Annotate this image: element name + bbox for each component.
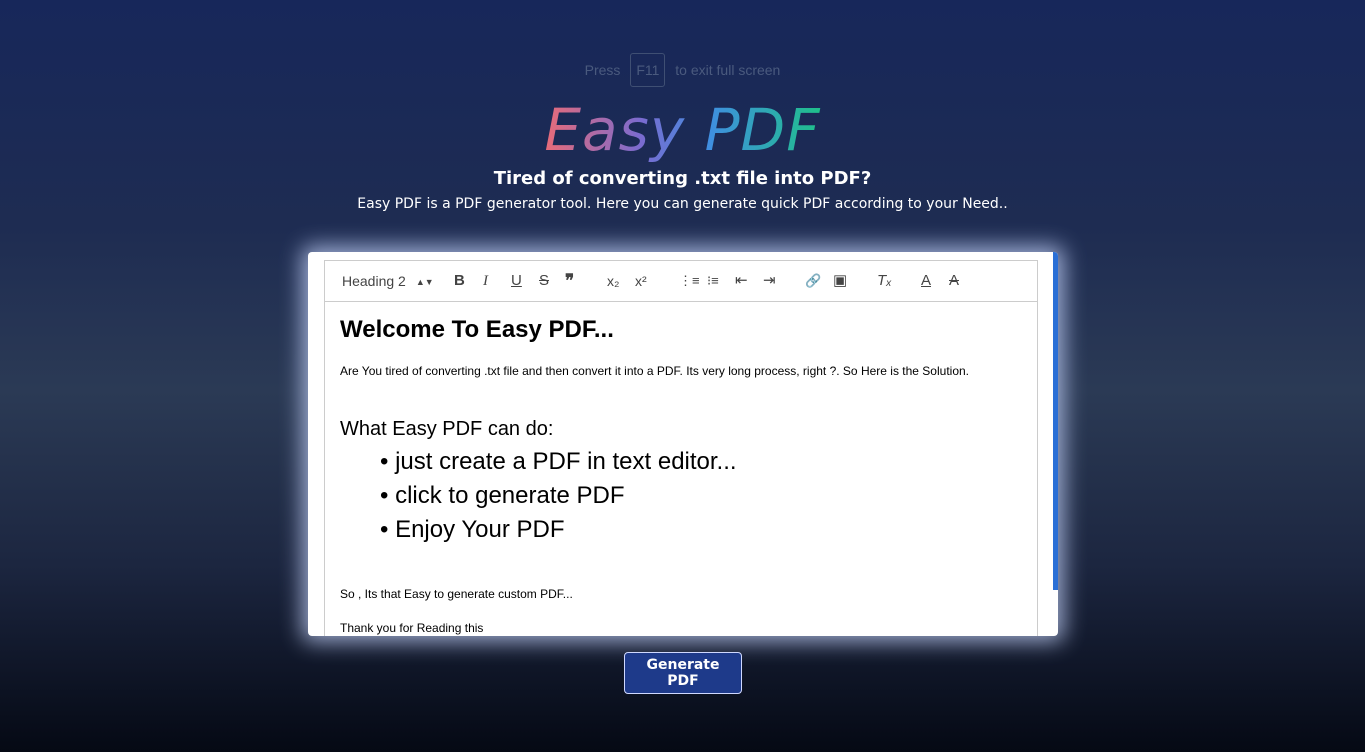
bold-icon[interactable]: B xyxy=(454,272,465,290)
description: Easy PDF is a PDF generator tool. Here y… xyxy=(357,196,1008,212)
generate-pdf-button[interactable]: Generate PDF xyxy=(624,652,742,694)
list-item: just create a PDF in text editor... xyxy=(380,445,1022,479)
thanks-text: Thank you for Reading this xyxy=(340,621,484,635)
ordered-list-icon[interactable]: ⋮≡ xyxy=(679,272,700,290)
text-color-icon[interactable]: A xyxy=(921,272,931,290)
underline-icon[interactable]: U xyxy=(511,272,522,290)
chevron-updown-icon: ▲▼ xyxy=(415,277,434,288)
editor-toolbar: Heading 2 ▲▼ B I U S ❞ x₂ x² ⋮≡ ⁝≡ ⇤ ⇥ 🔗 … xyxy=(325,261,1037,302)
rich-text-editor: Heading 2 ▲▼ B I U S ❞ x₂ x² ⋮≡ ⁝≡ ⇤ ⇥ 🔗 … xyxy=(324,260,1038,636)
hint-suffix: to exit full screen xyxy=(675,62,781,78)
features-list: just create a PDF in text editor... clic… xyxy=(340,445,1022,547)
content-paragraph: Are You tired of converting .txt file an… xyxy=(340,364,969,378)
clear-format-icon[interactable]: Tₓ xyxy=(877,272,892,290)
f11-key-badge: F11 xyxy=(630,53,666,87)
quote-icon[interactable]: ❞ xyxy=(565,272,574,290)
easy-pdf-logo: Easy PDF xyxy=(0,96,1365,164)
closing-text: So , Its that Easy to generate custom PD… xyxy=(340,587,573,601)
italic-icon[interactable]: I xyxy=(483,272,488,290)
heading-select-value: Heading 2 xyxy=(342,273,406,289)
background-color-icon[interactable]: A xyxy=(949,272,959,290)
list-item: Enjoy Your PDF xyxy=(380,513,1022,547)
bullet-list-icon[interactable]: ⁝≡ xyxy=(707,272,719,290)
features-title: What Easy PDF can do: xyxy=(340,418,554,440)
list-item: click to generate PDF xyxy=(380,479,1022,513)
logo-text: Easy PDF xyxy=(544,96,821,164)
subscript-icon[interactable]: x₂ xyxy=(607,272,619,290)
superscript-icon[interactable]: x² xyxy=(635,272,647,290)
link-icon[interactable]: 🔗 xyxy=(805,272,821,290)
strike-icon[interactable]: S xyxy=(539,272,549,290)
fullscreen-hint: Press F11 to exit full screen xyxy=(0,53,1365,87)
editor-scrollbar[interactable] xyxy=(1053,252,1058,590)
heading-select[interactable]: Heading 2 ▲▼ xyxy=(342,272,434,291)
content-heading: Welcome To Easy PDF... xyxy=(340,316,614,343)
indent-increase-icon[interactable]: ⇥ xyxy=(763,272,776,290)
indent-decrease-icon[interactable]: ⇤ xyxy=(735,272,748,290)
editor-card: Heading 2 ▲▼ B I U S ❞ x₂ x² ⋮≡ ⁝≡ ⇤ ⇥ 🔗 … xyxy=(308,252,1058,636)
hint-prefix: Press xyxy=(584,62,621,78)
tagline: Tired of converting .txt file into PDF? xyxy=(493,168,872,189)
image-icon[interactable]: ▣ xyxy=(833,272,847,290)
editor-content[interactable]: Welcome To Easy PDF... Are You tired of … xyxy=(325,302,1037,636)
